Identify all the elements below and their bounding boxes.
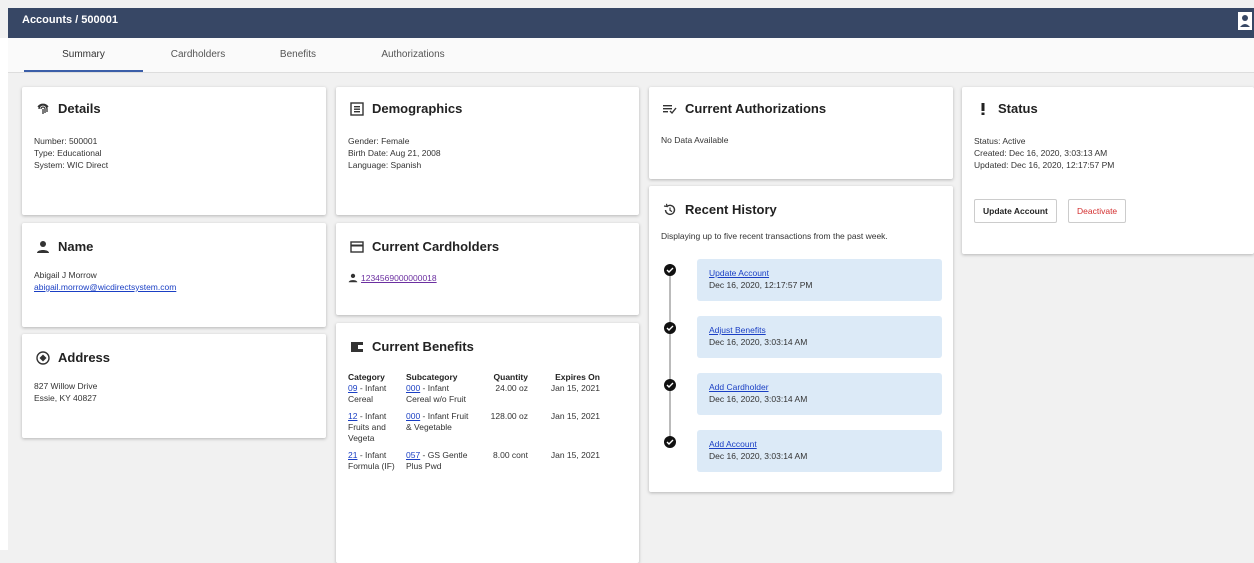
subcategory-link[interactable]: 000: [406, 411, 420, 421]
email-link[interactable]: abigail.morrow@wicdirectsystem.com: [34, 282, 176, 292]
col-category: Category: [348, 372, 385, 382]
details-type: Type: Educational: [34, 148, 102, 158]
gender: Gender: Female: [348, 136, 410, 146]
address-line2: Essie, KY 40827: [34, 393, 97, 403]
expires-on: Jan 15, 2021: [550, 411, 600, 421]
person-icon[interactable]: [1238, 12, 1252, 30]
name-title: Name: [58, 239, 94, 254]
history-item-date: Dec 16, 2020, 3:03:14 AM: [709, 337, 808, 347]
birth-date: Birth Date: Aug 21, 2008: [348, 148, 441, 158]
history-item-link[interactable]: Add Account: [709, 439, 757, 449]
history-item-link[interactable]: Add Cardholder: [709, 382, 769, 392]
quantity: 128.00 oz: [490, 411, 528, 421]
full-name: Abigail J Morrow: [34, 270, 97, 280]
history-item-date: Dec 16, 2020, 3:03:14 AM: [709, 451, 808, 461]
benefits-table: Category Subcategory Quantity Expires On…: [348, 372, 602, 478]
updated-date: Updated: Dec 16, 2020, 12:17:57 PM: [974, 160, 1115, 170]
details-card: Details Number: 500001 Type: Educational…: [22, 87, 326, 215]
created-date: Created: Dec 16, 2020, 3:03:13 AM: [974, 148, 1108, 158]
benefits-card: Current Benefits Category Subcategory Qu…: [336, 323, 639, 563]
update-account-button[interactable]: Update Account: [974, 199, 1057, 223]
card-icon: [350, 240, 364, 253]
col-subcategory: Subcategory: [406, 372, 458, 382]
address-card: Address 827 Willow Drive Essie, KY 40827: [22, 334, 326, 438]
location-icon: [36, 350, 50, 365]
col-expires: Expires On: [555, 372, 600, 382]
tab-summary[interactable]: Summary: [24, 38, 143, 72]
quantity: 24.00 oz: [495, 383, 528, 393]
breadcrumb[interactable]: Accounts / 500001: [22, 14, 118, 26]
history-subtitle: Displaying up to five recent transaction…: [661, 231, 888, 241]
fingerprint-icon: [37, 103, 49, 114]
exclamation-icon: [981, 102, 985, 115]
history-item: Add Cardholder Dec 16, 2020, 3:03:14 AM: [697, 373, 942, 415]
check-icon: [664, 436, 676, 448]
playlist-check-icon: [663, 104, 677, 114]
top-app-bar: Accounts / 500001: [8, 8, 1254, 38]
person-icon: [37, 240, 49, 253]
table-row: 12 - Infant Fruits and Vegeta 000 - Infa…: [348, 411, 602, 450]
table-row: 09 - Infant Cereal 000 - Infant Cereal w…: [348, 383, 602, 411]
cardholders-card: Current Cardholders 1234569000000018: [336, 223, 639, 315]
address-title: Address: [58, 350, 111, 365]
authorizations-title: Current Authorizations: [685, 101, 827, 116]
history-item: Update Account Dec 16, 2020, 12:17:57 PM: [697, 259, 942, 301]
check-icon: [664, 379, 676, 391]
status-value: Status: Active: [974, 136, 1026, 146]
demographics-icon: [350, 101, 364, 116]
tab-authorizations[interactable]: Authorizations: [343, 38, 483, 72]
history-item: Adjust Benefits Dec 16, 2020, 3:03:14 AM: [697, 316, 942, 358]
person-icon: [348, 273, 358, 283]
details-system: System: WIC Direct: [34, 160, 109, 170]
authorizations-card: Current Authorizations No Data Available: [649, 87, 953, 179]
recent-history-card: Recent History Displaying up to five rec…: [649, 186, 953, 492]
quantity: 8.00 cont: [493, 450, 528, 460]
expires-on: Jan 15, 2021: [550, 450, 600, 460]
history-item: Add Account Dec 16, 2020, 3:03:14 AM: [697, 430, 942, 472]
tab-cardholders[interactable]: Cardholders: [143, 38, 253, 72]
history-icon: [663, 203, 676, 215]
check-icon: [664, 322, 676, 334]
demographics-card: Demographics Gender: Female Birth Date: …: [336, 87, 639, 215]
subcategory-link[interactable]: 057: [406, 450, 420, 460]
history-item-link[interactable]: Adjust Benefits: [709, 325, 766, 335]
name-card: Name Abigail J Morrow abigail.morrow@wic…: [22, 223, 326, 327]
left-edge: [0, 38, 8, 550]
expires-on: Jan 15, 2021: [550, 383, 600, 393]
details-number: Number: 500001: [34, 136, 98, 146]
address-line1: 827 Willow Drive: [34, 381, 98, 391]
tab-bar: Summary Cardholders Benefits Authorizati…: [8, 38, 1254, 73]
status-card: Status Status: Active Created: Dec 16, 2…: [962, 87, 1254, 254]
history-item-link[interactable]: Update Account: [709, 268, 769, 278]
no-data-text: No Data Available: [661, 135, 729, 145]
check-icon: [664, 264, 676, 276]
col-quantity: Quantity: [493, 372, 528, 382]
cardholder-link[interactable]: 1234569000000018: [361, 272, 437, 284]
benefits-title: Current Benefits: [372, 339, 474, 354]
deactivate-button[interactable]: Deactivate: [1068, 199, 1127, 223]
history-item-date: Dec 16, 2020, 12:17:57 PM: [709, 280, 813, 290]
timeline-line: [669, 264, 671, 447]
tab-benefits[interactable]: Benefits: [253, 38, 343, 72]
status-title: Status: [998, 101, 1038, 116]
history-item-date: Dec 16, 2020, 3:03:14 AM: [709, 394, 808, 404]
subcategory-link[interactable]: 000: [406, 383, 420, 393]
details-title: Details: [58, 101, 101, 116]
language: Language: Spanish: [348, 160, 422, 170]
active-tab-indicator: [24, 70, 143, 72]
demographics-title: Demographics: [372, 101, 463, 116]
wallet-icon: [351, 341, 363, 352]
history-title: Recent History: [685, 202, 777, 217]
table-row: 21 - Infant Formula (IF) 057 - GS Gentle…: [348, 450, 602, 478]
cardholders-title: Current Cardholders: [372, 239, 500, 254]
